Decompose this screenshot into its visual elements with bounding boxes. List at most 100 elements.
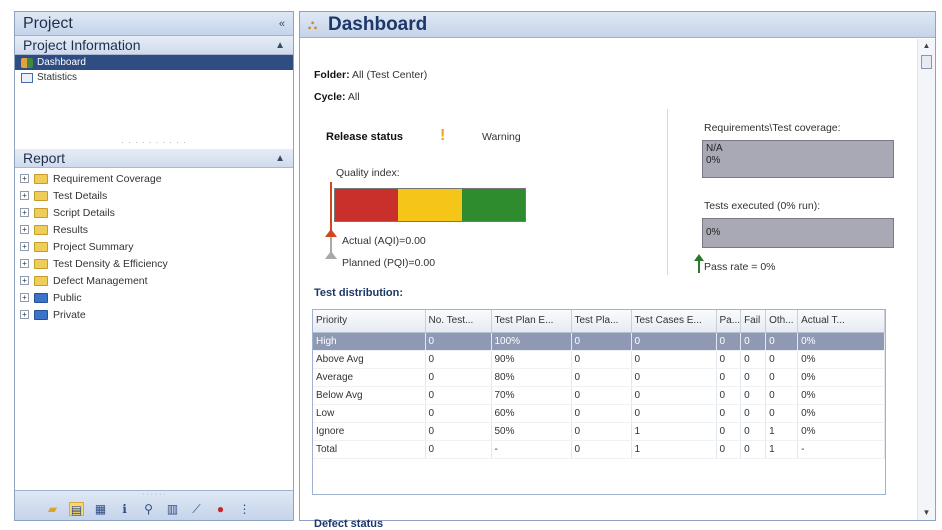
expand-icon[interactable]: + [20, 259, 29, 268]
tests-executed-value: 0% [706, 227, 721, 238]
table-cell: 1 [765, 422, 799, 441]
tree-item-public[interactable]: + Public [15, 289, 293, 306]
project-panel-title: Project [23, 14, 73, 32]
expand-icon[interactable]: + [20, 225, 29, 234]
table-cell: 0 [631, 386, 717, 405]
table-row[interactable]: Total 0-0 1 0 0 1- [313, 440, 885, 459]
table-cell: 0 [571, 404, 632, 423]
expand-icon[interactable]: + [20, 310, 29, 319]
collapse-report-button[interactable]: ▲ [275, 153, 285, 164]
expand-icon[interactable]: + [20, 208, 29, 217]
column-header[interactable]: Test Plan E... [491, 310, 572, 333]
table-cell: 0 [425, 440, 492, 459]
test-distribution-title: Test distribution: [314, 287, 404, 299]
expand-icon[interactable]: + [20, 191, 29, 200]
table-cell: 0 [740, 404, 767, 423]
chart-icon[interactable]: ⟋ [189, 502, 204, 516]
project-panel-header: Project « [15, 12, 293, 36]
collapse-project-information-button[interactable]: ▲ [275, 40, 285, 51]
table-cell: Above Avg [313, 350, 426, 369]
tree-item-results[interactable]: + Results [15, 221, 293, 238]
tree-item-script-details[interactable]: + Script Details [15, 204, 293, 221]
table-row[interactable]: Ignore 0 50% 0 1 0 0 1 0% [313, 422, 885, 441]
save-icon[interactable]: ▦ [93, 502, 108, 516]
column-header[interactable]: Priority [313, 310, 426, 333]
column-header[interactable]: Test Pla... [571, 310, 632, 333]
tree-item-defect-management[interactable]: + Defect Management [15, 272, 293, 289]
quality-index-label: Quality index: [336, 167, 400, 179]
pass-rate-marker [698, 259, 700, 273]
table-cell: 0 [631, 332, 717, 351]
column-header[interactable]: Fail [740, 310, 767, 333]
more-icon[interactable]: ⋮ [237, 502, 252, 516]
folder-icon[interactable]: ▰ [45, 502, 60, 516]
table-cell: 1 [765, 440, 799, 459]
collapse-panel-button[interactable]: « [279, 18, 285, 30]
column-header[interactable]: Pa... [716, 310, 742, 333]
table-cell: 0 [716, 440, 742, 459]
tree-item-label: Project Summary [53, 240, 134, 253]
table-cell: Below Avg [313, 386, 426, 405]
table-cell: 0 [716, 350, 742, 369]
table-cell: 0 [740, 350, 767, 369]
expand-icon[interactable]: + [20, 293, 29, 302]
tests-executed-box: 0% [702, 218, 894, 248]
folder-icon [34, 207, 48, 218]
nav-item-statistics[interactable]: Statistics [15, 70, 293, 85]
section-divider [667, 109, 668, 275]
table-row[interactable]: Low 0 60% 0 0 0 0 0 0% [313, 404, 885, 423]
tree-item-private[interactable]: + Private [15, 306, 293, 323]
nav-item-dashboard[interactable]: Dashboard [15, 55, 293, 70]
column-header[interactable]: Test Cases E... [631, 310, 717, 333]
table-cell: 1 [631, 422, 717, 441]
folder-info: Folder: All (Test Center) [314, 69, 427, 81]
page-title: Dashboard [328, 13, 428, 35]
column-header[interactable]: No. Test... [425, 310, 492, 333]
column-header[interactable]: Oth... [765, 310, 799, 333]
coverage-percent: 0% [706, 155, 721, 166]
project-information-header[interactable]: Project Information ▲ [15, 36, 293, 55]
pin-icon[interactable]: ⚲ [141, 502, 156, 516]
table-row[interactable]: Above Avg 0 90% 0 0 0 0 0 0% [313, 350, 885, 369]
bug-icon[interactable]: ● [213, 502, 228, 516]
quality-segment-yellow [398, 189, 462, 221]
grid-icon[interactable]: ▥ [165, 502, 180, 516]
table-row[interactable]: Below Avg 0 70% 0 0 0 0 0 0% [313, 386, 885, 405]
table-cell: 0 [425, 350, 492, 369]
toolbar-grip[interactable]: · · · · · · [15, 491, 293, 499]
column-header[interactable]: Actual T... [797, 310, 885, 333]
report-tree: + Requirement Coverage + Test Details + … [15, 168, 293, 323]
planned-marker-arrow [325, 251, 337, 259]
table-cell: 0 [425, 368, 492, 387]
report-header[interactable]: Report ▲ [15, 149, 293, 168]
table-cell: 0 [716, 422, 742, 441]
table-cell: 0 [425, 332, 492, 351]
expand-icon[interactable]: + [20, 174, 29, 183]
tree-item-requirement-coverage[interactable]: + Requirement Coverage [15, 170, 293, 187]
folder-label: Folder: [314, 69, 350, 81]
expand-icon[interactable]: + [20, 242, 29, 251]
scroll-thumb[interactable] [921, 55, 932, 69]
splitter-grip[interactable]: · · · · · · · · · · [15, 139, 293, 149]
defect-status-title: Defect status [314, 518, 384, 530]
tree-item-test-density[interactable]: + Test Density & Efficiency [15, 255, 293, 272]
dashboard-icon[interactable]: ▤ [69, 502, 84, 517]
tree-item-project-summary[interactable]: + Project Summary [15, 238, 293, 255]
table-cell: 0 [765, 404, 799, 423]
expand-icon[interactable]: + [20, 276, 29, 285]
table-cell: 0 [716, 332, 742, 351]
tree-item-test-details[interactable]: + Test Details [15, 187, 293, 204]
nav-item-label: Statistics [37, 72, 78, 83]
vertical-scrollbar[interactable]: ▲ ▼ [917, 39, 935, 520]
table-row[interactable]: Average 0 80% 0 0 0 0 0 0% [313, 368, 885, 387]
blue-folder-icon [34, 309, 48, 320]
warning-icon: ! [440, 127, 446, 144]
coverage-value: N/A [706, 143, 723, 154]
info-icon[interactable]: ℹ [117, 502, 132, 516]
actual-marker [330, 182, 332, 234]
dashboard-header: ⛬ Dashboard [300, 12, 935, 38]
table-cell: 90% [491, 350, 572, 369]
table-row[interactable]: High 0 100% 0 0 0 0 0 0% [313, 332, 885, 351]
scroll-down-icon[interactable]: ▼ [918, 506, 935, 520]
scroll-up-icon[interactable]: ▲ [918, 39, 935, 53]
